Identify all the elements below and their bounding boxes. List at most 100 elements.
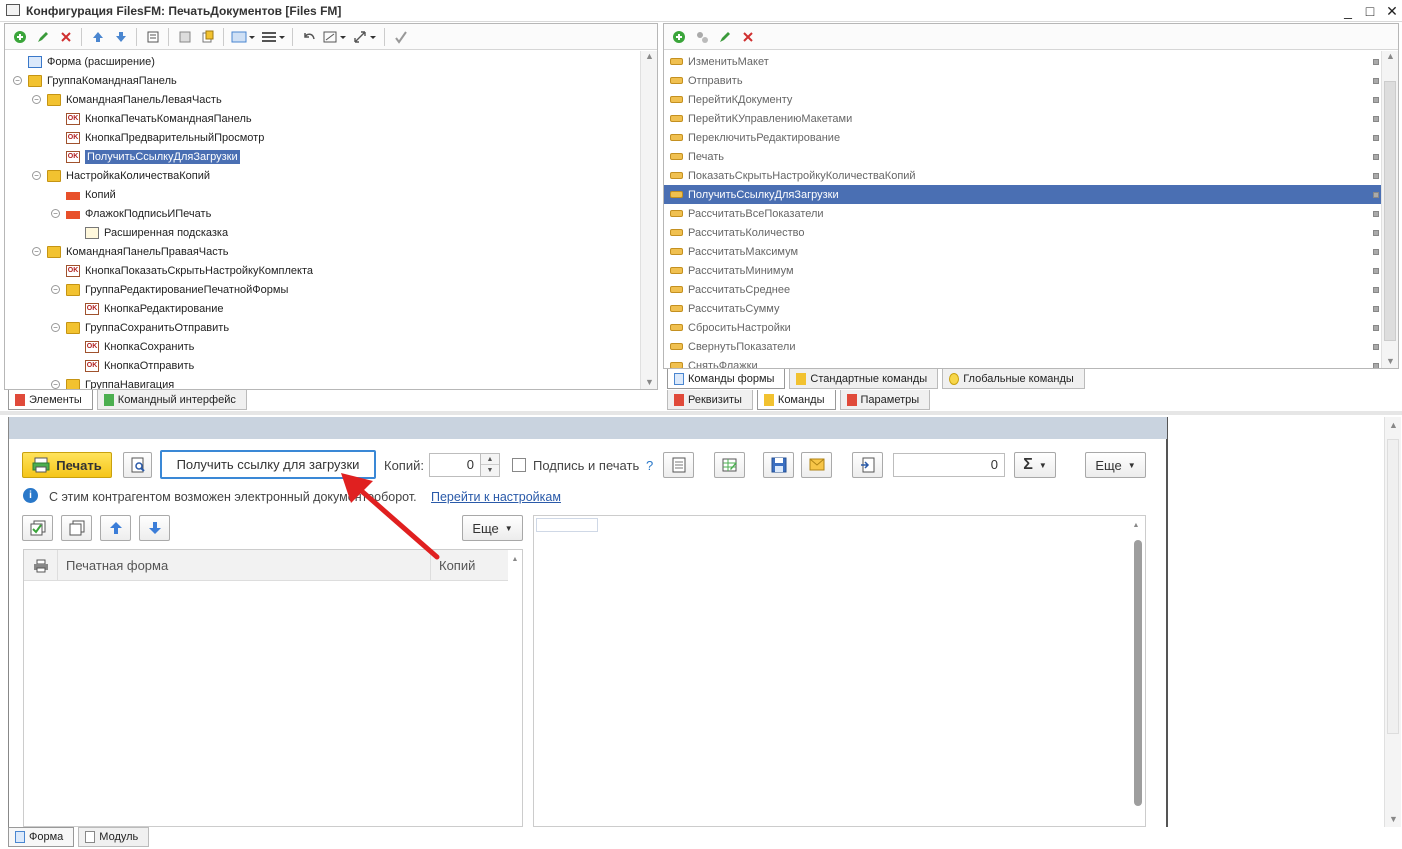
- maximize-button[interactable]: □: [1360, 2, 1380, 20]
- uncheck-all-button[interactable]: [61, 515, 92, 541]
- sum-menu-button[interactable]: Σ ▼: [1014, 452, 1056, 478]
- printer-column-header[interactable]: [24, 550, 58, 581]
- expand-toggle-icon[interactable]: −: [51, 323, 60, 332]
- command-item[interactable]: Отправить: [664, 71, 1381, 90]
- scroll-up-icon[interactable]: ▲: [1385, 420, 1402, 430]
- send-email-button[interactable]: [801, 452, 832, 478]
- move-down-button[interactable]: [139, 515, 170, 541]
- tree-item[interactable]: OK КнопкаПоказатьСкрытьНастройкуКомплекта: [5, 261, 640, 280]
- command-item[interactable]: РассчитатьВсеПоказатели: [664, 204, 1381, 223]
- command-item[interactable]: СвернутьПоказатели: [664, 337, 1381, 356]
- undo-icon[interactable]: [298, 27, 319, 47]
- command-item[interactable]: РассчитатьКоличество: [664, 223, 1381, 242]
- tree-item[interactable]: OK КнопкаПечатьКоманднаяПанель: [5, 109, 640, 128]
- expand-toggle-icon[interactable]: −: [32, 95, 41, 104]
- delete-command-icon[interactable]: [737, 27, 758, 47]
- more-button-table[interactable]: Еще ▼: [462, 515, 523, 541]
- add-standard-command-icon[interactable]: [691, 27, 712, 47]
- add-command-icon[interactable]: [668, 27, 689, 47]
- command-item[interactable]: ПереключитьРедактирование: [664, 128, 1381, 147]
- print-button[interactable]: Печать: [22, 452, 112, 478]
- copy-icon[interactable]: [197, 27, 218, 47]
- delete-icon[interactable]: [55, 27, 76, 47]
- edit-document-button[interactable]: [663, 452, 694, 478]
- command-item[interactable]: СнятьФлажки: [664, 356, 1381, 368]
- tab-form-commands[interactable]: Команды формы: [667, 369, 786, 389]
- tree-item[interactable]: Расширенная подсказка: [5, 223, 640, 242]
- preview-scroll-up-icon[interactable]: ▲: [1129, 522, 1143, 529]
- command-item[interactable]: ИзменитьМакет: [664, 52, 1381, 71]
- main-scrollbar[interactable]: ▲ ▼: [1384, 417, 1401, 827]
- more-button[interactable]: Еще ▼: [1085, 452, 1146, 478]
- tree-item[interactable]: Копий: [5, 185, 640, 204]
- layout-menu-icon[interactable]: [259, 27, 287, 47]
- tab-command-interface[interactable]: Командный интерфейс: [96, 390, 247, 410]
- stepper-up-icon[interactable]: ▲: [481, 454, 499, 465]
- command-item[interactable]: ПолучитьСсылкуДляЗагрузки: [664, 185, 1381, 204]
- tree-item[interactable]: − ГруппаКоманднаяПанель: [5, 71, 640, 90]
- view-menu-icon[interactable]: [229, 27, 257, 47]
- tree-item[interactable]: − ГруппаНавигация: [5, 375, 640, 389]
- command-item[interactable]: ПоказатьСкрытьНастройкуКоличестваКопий: [664, 166, 1381, 185]
- scroll-thumb[interactable]: [1384, 81, 1396, 341]
- horizontal-splitter[interactable]: [0, 411, 1402, 415]
- edit-icon[interactable]: [32, 27, 53, 47]
- check-all-button[interactable]: [22, 515, 53, 541]
- table-scroll-up-icon[interactable]: ▲: [508, 556, 522, 563]
- tab-standard-commands[interactable]: Стандартные команды: [789, 369, 939, 389]
- tree-item[interactable]: − НастройкаКоличестваКопий: [5, 166, 640, 185]
- transform-menu-icon[interactable]: [321, 27, 349, 47]
- scroll-down-icon[interactable]: ▼: [1385, 814, 1402, 824]
- main-scroll-thumb[interactable]: [1387, 439, 1399, 734]
- command-item[interactable]: ПерейтиКДокументу: [664, 90, 1381, 109]
- resize-menu-icon[interactable]: [351, 27, 379, 47]
- preview-button[interactable]: [123, 452, 152, 478]
- command-item[interactable]: ПерейтиКУправлениюМакетами: [664, 109, 1381, 128]
- tree-item[interactable]: OK КнопкаПредварительныйПросмотр: [5, 128, 640, 147]
- cut-icon[interactable]: [174, 27, 195, 47]
- move-down-icon[interactable]: [110, 27, 131, 47]
- tab-parameters[interactable]: Параметры: [839, 390, 931, 410]
- close-window-button[interactable]: ✕: [1382, 2, 1402, 20]
- tree-item[interactable]: OK ПолучитьСсылкуДляЗагрузки: [5, 147, 640, 166]
- expand-toggle-icon[interactable]: −: [51, 209, 60, 218]
- expand-toggle-icon[interactable]: −: [51, 380, 60, 389]
- tab-commands[interactable]: Команды: [756, 390, 836, 410]
- tab-global-commands[interactable]: Глобальные команды: [942, 369, 1085, 389]
- scroll-down-icon[interactable]: ▼: [1382, 356, 1399, 366]
- minimize-button[interactable]: _: [1338, 2, 1358, 20]
- tree-item[interactable]: − ГруппаРедактированиеПечатнойФормы: [5, 280, 640, 299]
- command-item[interactable]: РассчитатьСумму: [664, 299, 1381, 318]
- expand-toggle-icon[interactable]: −: [32, 247, 41, 256]
- move-up-icon[interactable]: [87, 27, 108, 47]
- scroll-down-icon[interactable]: ▼: [641, 377, 658, 387]
- tree-item[interactable]: − ФлажокПодписьИПечать: [5, 204, 640, 223]
- tree-item[interactable]: OK КнопкаСохранить: [5, 337, 640, 356]
- properties-icon[interactable]: [142, 27, 163, 47]
- command-item[interactable]: РассчитатьМинимум: [664, 261, 1381, 280]
- tree-item[interactable]: − ГруппаСохранитьОтправить: [5, 318, 640, 337]
- move-up-button[interactable]: [100, 515, 131, 541]
- column-printform[interactable]: Печатная форма: [66, 558, 168, 573]
- scroll-up-icon[interactable]: ▲: [641, 51, 658, 61]
- check-icon[interactable]: [390, 27, 411, 47]
- tree-item[interactable]: − КоманднаяПанельПраваяЧасть: [5, 242, 640, 261]
- expand-toggle-icon[interactable]: −: [51, 285, 60, 294]
- tree-item[interactable]: OK КнопкаРедактирование: [5, 299, 640, 318]
- stepper-down-icon[interactable]: ▼: [481, 465, 499, 476]
- commands-scrollbar[interactable]: ▲ ▼: [1381, 51, 1398, 368]
- command-item[interactable]: СброситьНастройки: [664, 318, 1381, 337]
- settings-link[interactable]: Перейти к настройкам: [431, 490, 561, 504]
- command-item[interactable]: РассчитатьСреднее: [664, 280, 1381, 299]
- preview-scroll-thumb[interactable]: [1134, 540, 1142, 806]
- scroll-up-icon[interactable]: ▲: [1382, 51, 1399, 61]
- tab-attributes[interactable]: Реквизиты: [667, 390, 753, 410]
- tree-item[interactable]: OK КнопкаОтправить: [5, 356, 640, 375]
- tab-elements[interactable]: Элементы: [8, 390, 93, 410]
- sum-field[interactable]: 0: [893, 453, 1005, 477]
- tree-item[interactable]: Форма (расширение): [5, 52, 640, 71]
- tab-module[interactable]: Модуль: [78, 827, 150, 847]
- tab-form[interactable]: Форма: [8, 827, 75, 847]
- expand-toggle-icon[interactable]: −: [13, 76, 22, 85]
- add-icon[interactable]: [9, 27, 30, 47]
